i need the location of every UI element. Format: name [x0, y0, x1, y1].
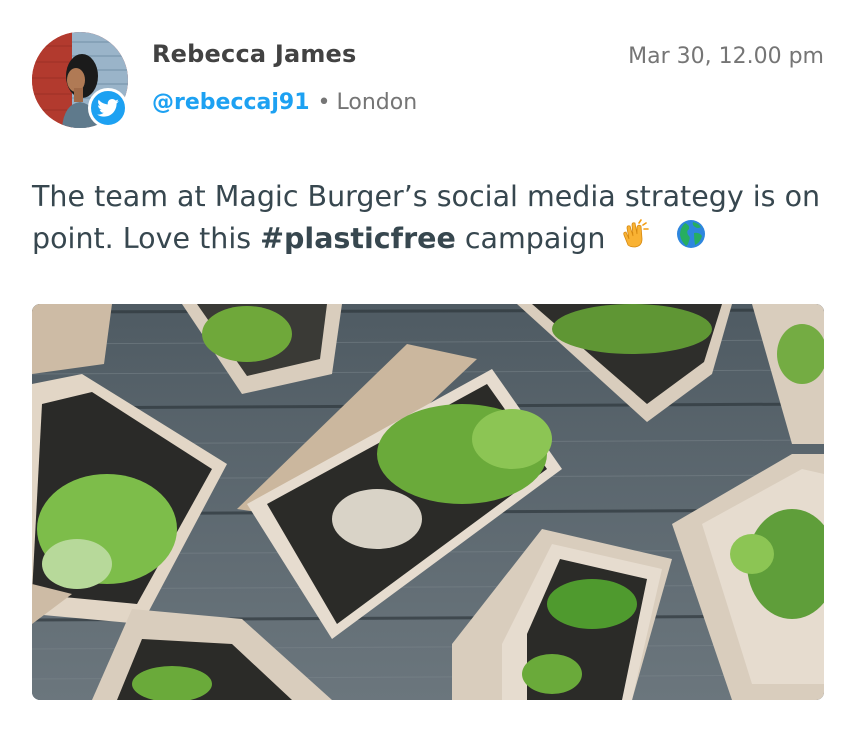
tweet-text: The team at Magic Burger’s social media … — [32, 176, 824, 261]
hashtag-link[interactable]: #plasticfree — [260, 222, 456, 255]
seedling-trays-photo — [32, 304, 824, 700]
tweet-photo[interactable] — [32, 304, 824, 700]
separator-dot: • — [317, 90, 331, 115]
author-location: London — [336, 90, 418, 115]
twitter-badge — [88, 88, 128, 128]
globe-icon — [676, 219, 706, 261]
author-meta: @rebeccaj91 • London — [152, 90, 417, 115]
tweet-text-part2: campaign — [455, 222, 606, 255]
tweet-card: Rebecca James @rebeccaj91 • London Mar 30,… — [0, 0, 856, 732]
twitter-bird-icon — [97, 99, 119, 117]
tweet-timestamp[interactable]: Mar 30, 12.00 pm — [628, 44, 824, 69]
clapping-hands-icon — [620, 219, 650, 261]
author-handle[interactable]: @rebeccaj91 — [152, 90, 310, 115]
author-name[interactable]: Rebecca James — [152, 40, 357, 68]
